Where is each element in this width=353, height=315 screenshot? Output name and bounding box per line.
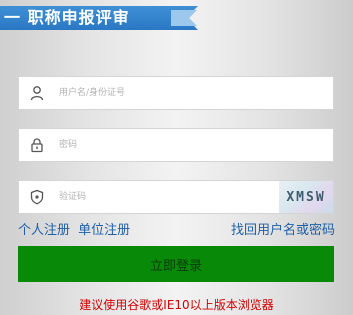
login-button[interactable]: 立即登录 bbox=[18, 246, 334, 282]
banner-arrow-decoration bbox=[171, 10, 197, 26]
page-title: 一 职称申报评审 bbox=[4, 8, 130, 27]
recover-account-link[interactable]: 找回用户名或密码 bbox=[231, 223, 335, 238]
personal-register-link[interactable]: 个人注册 bbox=[18, 223, 70, 238]
captcha-field[interactable]: XMSW bbox=[18, 180, 334, 214]
username-field[interactable] bbox=[18, 76, 334, 110]
browser-notice: 建议使用谷歌或IE10以上版本浏览器 bbox=[79, 298, 274, 312]
captcha-input[interactable] bbox=[59, 187, 259, 207]
shield-icon bbox=[29, 189, 45, 205]
lock-icon bbox=[29, 137, 45, 153]
captcha-image[interactable]: XMSW bbox=[279, 181, 333, 213]
user-icon bbox=[29, 85, 45, 101]
password-input[interactable] bbox=[59, 135, 259, 155]
username-input[interactable] bbox=[59, 83, 259, 103]
password-field[interactable] bbox=[18, 128, 334, 162]
unit-register-link[interactable]: 单位注册 bbox=[78, 223, 130, 238]
